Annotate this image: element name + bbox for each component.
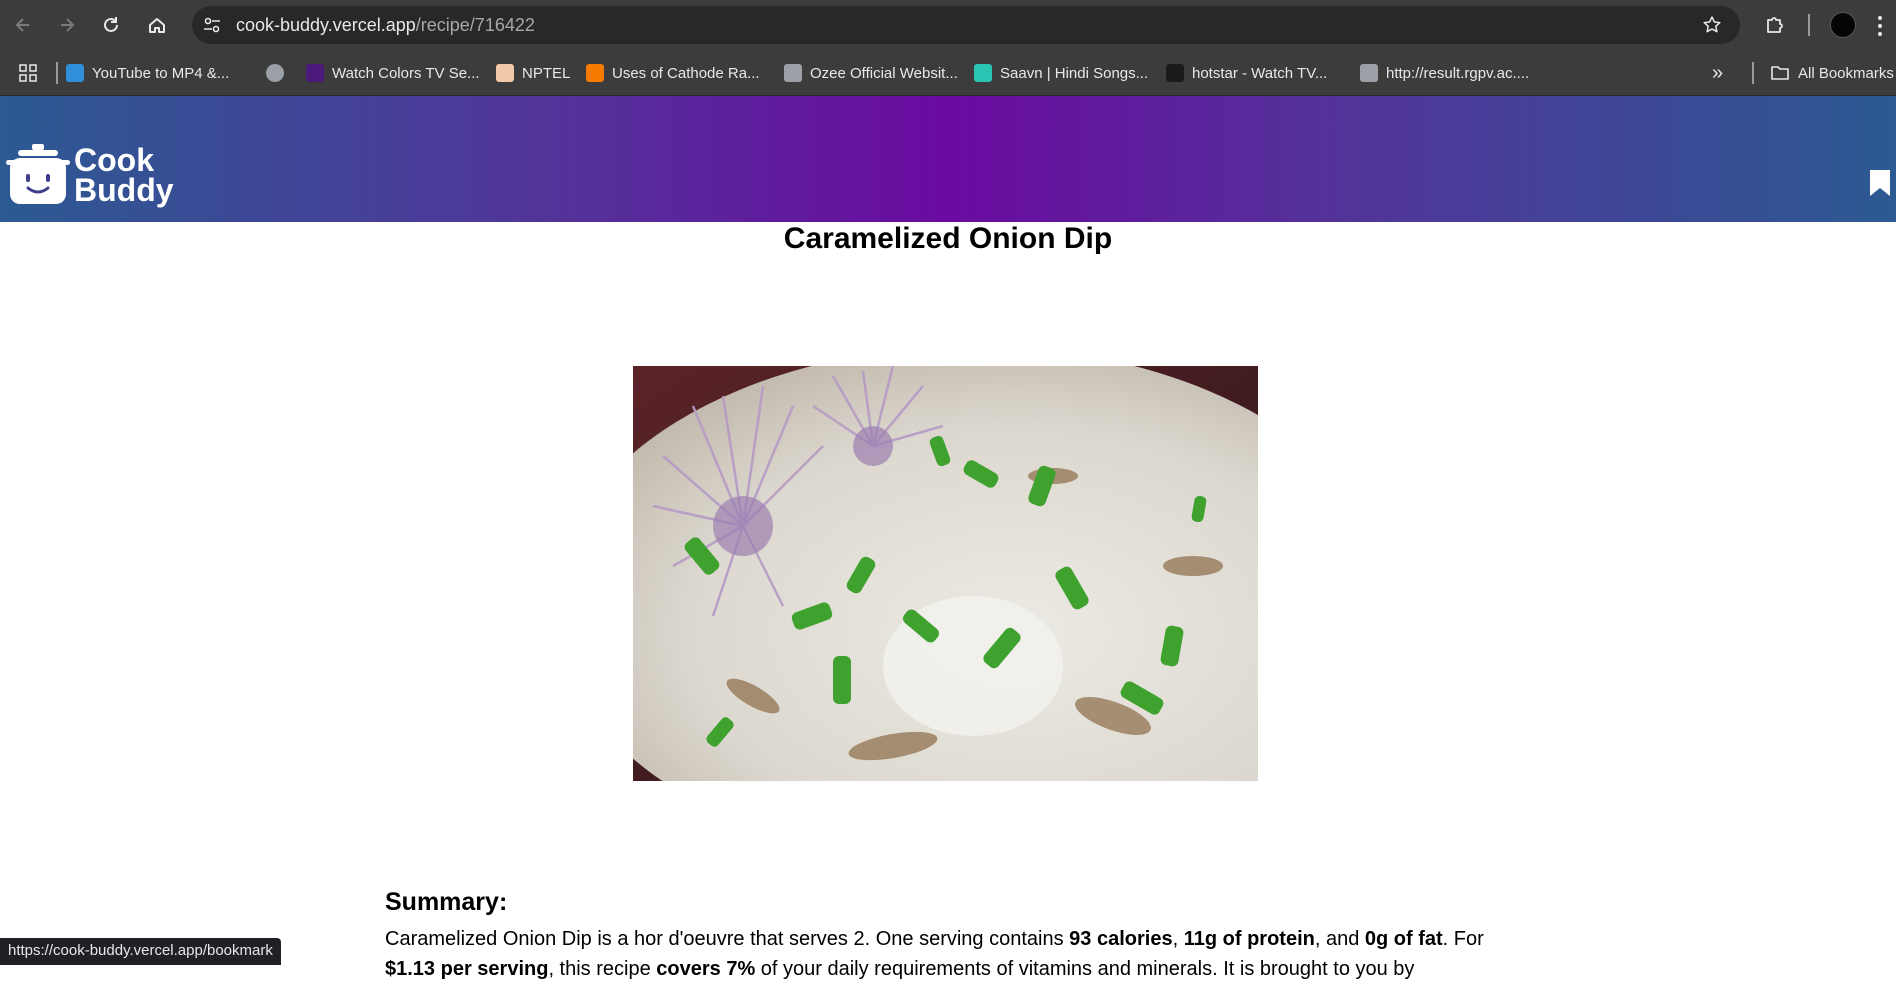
profile-avatar[interactable]: [1830, 12, 1856, 38]
summary-highlight: covers 7%: [656, 958, 756, 980]
bookmark-item[interactable]: Saavn | Hindi Songs...: [974, 50, 1148, 96]
summary-fragment: ,: [1172, 928, 1184, 950]
bookmark-favicon-icon: [266, 64, 284, 82]
bookmarks-bar: YouTube to MP4 &... Watch Colors TV Se...…: [0, 50, 1896, 96]
bookmark-favicon-icon: [784, 64, 802, 82]
bookmark-label: Ozee Official Websit...: [810, 64, 958, 82]
puzzle-icon[interactable]: [1764, 13, 1788, 37]
summary-highlight: 0g of fat: [1364, 928, 1443, 950]
forward-arrow-icon[interactable]: [52, 10, 82, 40]
tune-icon[interactable]: [202, 15, 222, 35]
bookmark-favicon-icon: [66, 64, 84, 82]
bookmark-item[interactable]: [266, 50, 284, 96]
browser-toolbar: cook-buddy.vercel.app/recipe/716422: [0, 0, 1896, 50]
bookmark-item[interactable]: NPTEL: [496, 50, 570, 96]
summary-fragment: , and: [1314, 928, 1365, 950]
home-icon[interactable]: [142, 10, 172, 40]
bookmark-favicon-icon: [1360, 64, 1378, 82]
recipe-title: Caramelized Onion Dip: [783, 222, 1113, 255]
logo-wordmark: Cook Buddy: [74, 142, 174, 208]
bookmark-label: Watch Colors TV Se...: [332, 64, 480, 82]
bookmark-item[interactable]: YouTube to MP4 &...: [66, 50, 229, 96]
bookmark-favicon-icon: [496, 64, 514, 82]
bookmark-label: YouTube to MP4 &...: [92, 64, 230, 82]
summary-text: Caramelized Onion Dip is a hor d'oeuvre …: [385, 924, 1505, 984]
summary-fragment: , this recipe: [548, 958, 657, 980]
url-text[interactable]: cook-buddy.vercel.app/recipe/716422: [236, 15, 535, 36]
bookmark-label: http://result.rgpv.ac....: [1386, 64, 1530, 82]
url-host: cook-buddy.vercel.app: [236, 15, 416, 35]
folder-icon: [1771, 66, 1789, 80]
summary-highlight: 93 calories: [1069, 928, 1173, 950]
bookmark-item[interactable]: hotstar - Watch TV...: [1166, 50, 1327, 96]
summary-heading: Summary:: [385, 888, 508, 916]
bookmark-item[interactable]: http://result.rgpv.ac....: [1360, 50, 1529, 96]
summary-fragment: of your daily requirements of vitamins a…: [755, 958, 1415, 980]
bookmark-label: hotstar - Watch TV...: [1192, 64, 1328, 82]
bookmark-item[interactable]: Uses of Cathode Ra...: [586, 50, 760, 96]
cooking-pot-icon: [6, 144, 70, 204]
bookmark-item[interactable]: Ozee Official Websit...: [784, 50, 958, 96]
reload-icon[interactable]: [96, 10, 126, 40]
bookmark-favicon-icon: [974, 64, 992, 82]
cookbuddy-logo[interactable]: Cook Buddy: [6, 144, 174, 206]
apps-grid-icon[interactable]: [18, 63, 38, 83]
site-header: Cook Buddy: [0, 96, 1896, 222]
summary-fragment: Caramelized Onion Dip is a hor d'oeuvre …: [385, 928, 1070, 950]
bookmark-favicon-icon: [586, 64, 604, 82]
bookmark-label: Uses of Cathode Ra...: [612, 64, 760, 82]
bookmark-label: NPTEL: [522, 64, 571, 82]
kebab-menu-icon[interactable]: [1876, 14, 1884, 38]
summary-fragment: . For: [1442, 928, 1484, 950]
bookmark-icon[interactable]: [1868, 168, 1892, 198]
toolbar-divider: [1808, 14, 1810, 36]
all-bookmarks-label: All Bookmarks: [1798, 64, 1894, 82]
link-status-bar: https://cook-buddy.vercel.app/bookmark: [0, 938, 281, 965]
more-bookmarks-button[interactable]: »: [1712, 62, 1723, 85]
bookmark-item[interactable]: Watch Colors TV Se...: [306, 50, 480, 96]
url-path: /recipe/716422: [415, 15, 535, 35]
logo-line-2: Buddy: [74, 172, 174, 208]
bookmarks-divider: [56, 62, 58, 84]
bookmarks-divider: [1752, 62, 1754, 84]
recipe-image: [633, 366, 1258, 781]
logo-line-1: Cook: [74, 142, 154, 178]
star-icon[interactable]: [1702, 15, 1722, 35]
summary-highlight: $1.13 per serving: [385, 958, 549, 980]
bookmark-favicon-icon: [306, 64, 324, 82]
summary-highlight: 11g of protein: [1183, 928, 1315, 950]
address-bar[interactable]: cook-buddy.vercel.app/recipe/716422: [192, 6, 1740, 44]
back-arrow-icon[interactable]: [8, 10, 38, 40]
bookmark-label: Saavn | Hindi Songs...: [1000, 64, 1149, 82]
bookmark-favicon-icon: [1166, 64, 1184, 82]
all-bookmarks-button[interactable]: All Bookmarks: [1770, 50, 1894, 96]
